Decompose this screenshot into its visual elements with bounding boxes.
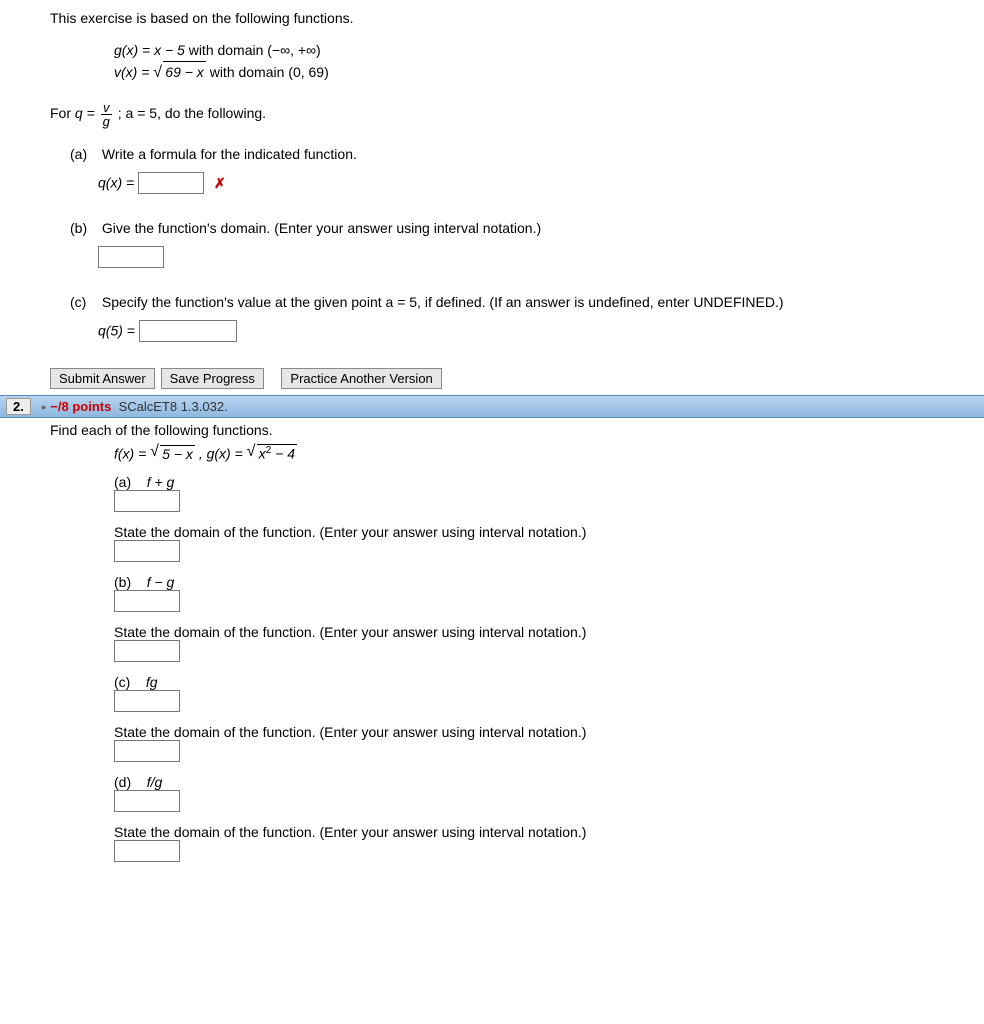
q2-part-d: (d) f/g bbox=[114, 774, 984, 812]
sqrt-icon: √ bbox=[153, 61, 162, 85]
part-c: (c) Specify the function's value at the … bbox=[70, 294, 984, 342]
q2-a-domain-input[interactable] bbox=[114, 540, 180, 562]
reference-label: SCalcET8 1.3.032. bbox=[119, 399, 228, 414]
part-b-input[interactable] bbox=[98, 246, 164, 268]
part-b-answer-row bbox=[98, 246, 984, 268]
q2-b-input[interactable] bbox=[114, 590, 180, 612]
v-definition: v(x) = √ 69 − x with domain (0, 69) bbox=[114, 61, 984, 83]
sqrt-icon: √ bbox=[247, 443, 256, 461]
save-button[interactable]: Save Progress bbox=[161, 368, 264, 389]
q2-part-a: (a) f + g bbox=[114, 474, 984, 512]
q2-a-input[interactable] bbox=[114, 490, 180, 512]
question-number: 2. bbox=[6, 398, 31, 415]
points-label: −/8 points bbox=[50, 399, 111, 414]
question-1: This exercise is based on the following … bbox=[0, 0, 984, 342]
question-header-bar: 2. ● −/8 points SCalcET8 1.3.032. bbox=[0, 395, 984, 418]
practice-button[interactable]: Practice Another Version bbox=[281, 368, 441, 389]
wrong-icon: ✗ bbox=[214, 175, 226, 191]
q2-d-domain: State the domain of the function. (Enter… bbox=[114, 824, 984, 862]
action-buttons: Submit Answer Save Progress Practice Ano… bbox=[50, 368, 984, 389]
q2-c-domain: State the domain of the function. (Enter… bbox=[114, 724, 984, 762]
question-2: Find each of the following functions. f(… bbox=[0, 418, 984, 862]
q2-function-defs: f(x) = √ 5 − x , g(x) = √ x2 − 4 bbox=[114, 444, 984, 462]
part-b: (b) Give the function's domain. (Enter y… bbox=[70, 220, 984, 268]
fraction-v-over-g: v g bbox=[101, 101, 112, 128]
q2-a-domain: State the domain of the function. (Enter… bbox=[114, 524, 984, 562]
q2-d-domain-input[interactable] bbox=[114, 840, 180, 862]
q2-c-input[interactable] bbox=[114, 690, 180, 712]
submit-button[interactable]: Submit Answer bbox=[50, 368, 155, 389]
q2-part-b: (b) f − g bbox=[114, 574, 984, 612]
q2-b-domain: State the domain of the function. (Enter… bbox=[114, 624, 984, 662]
sqrt-icon: √ bbox=[150, 443, 159, 461]
q2-d-input[interactable] bbox=[114, 790, 180, 812]
part-c-input[interactable] bbox=[139, 320, 237, 342]
function-definitions: g(x) = x − 5 with domain (−∞, +∞) v(x) =… bbox=[114, 40, 984, 83]
part-a: (a) Write a formula for the indicated fu… bbox=[70, 146, 984, 194]
bullet-icon: ● bbox=[41, 402, 46, 412]
part-c-answer-row: q(5) = bbox=[98, 320, 984, 342]
g-definition: g(x) = x − 5 with domain (−∞, +∞) bbox=[114, 40, 984, 61]
q1-intro: This exercise is based on the following … bbox=[50, 10, 984, 26]
q2-b-domain-input[interactable] bbox=[114, 640, 180, 662]
q2-intro: Find each of the following functions. bbox=[50, 422, 984, 438]
q2-part-c: (c) fg bbox=[114, 674, 984, 712]
part-a-input[interactable] bbox=[138, 172, 204, 194]
for-q-statement: For q = v g ; a = 5, do the following. bbox=[50, 101, 984, 128]
part-a-answer-row: q(x) = ✗ bbox=[98, 172, 984, 194]
q2-c-domain-input[interactable] bbox=[114, 740, 180, 762]
